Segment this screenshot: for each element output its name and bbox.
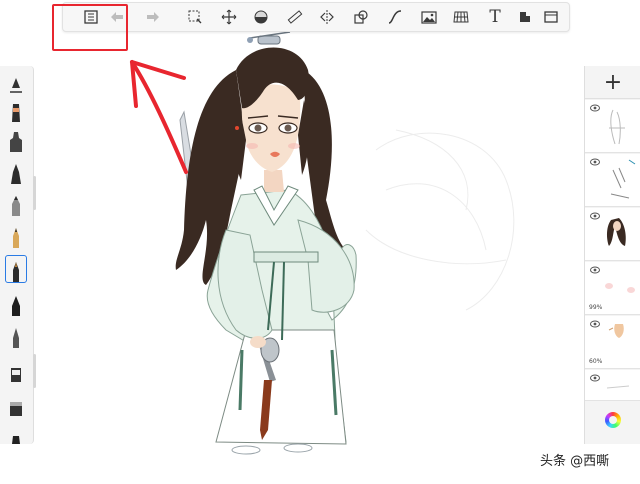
layer-opacity: 60% [589,358,603,365]
brush-settings-icon[interactable] [6,70,26,96]
shapes-icon[interactable] [351,7,371,27]
selection-icon[interactable] [185,7,205,27]
pencil-icon[interactable] [6,190,26,216]
layer-sketch[interactable] [585,100,640,153]
redo-icon[interactable] [143,7,163,27]
layers-panel: + 99% 60% [584,66,640,444]
add-layer-button[interactable]: + [585,66,640,99]
highlight-box [52,4,128,51]
stroke-icon[interactable] [385,7,405,27]
drawing-canvas[interactable] [36,30,582,480]
watermark-text: 头条 @西嘶 [540,454,610,469]
layer-hair[interactable] [585,208,640,261]
blender-icon[interactable] [6,418,26,444]
layer-thumbnail [608,324,624,338]
layer-skin[interactable]: 60% [585,316,640,369]
transform-icon[interactable] [219,7,239,27]
layer-thumbnail [605,283,635,293]
ink-pen-icon[interactable] [5,255,27,283]
airbrush-icon[interactable] [6,96,26,122]
brush-library [0,66,34,444]
layer-thumbnail [607,218,626,246]
layer-thumbnail [609,109,625,145]
layer-lines[interactable] [585,154,640,207]
rail-handle-top[interactable] [33,176,36,210]
import-image-icon[interactable] [419,7,439,27]
eraser-icon[interactable] [6,390,26,416]
layer-opacity: 99% [589,304,603,311]
paint-brush-icon[interactable] [6,356,26,382]
brush-pen-icon[interactable] [6,158,26,184]
perspective-icon[interactable] [451,7,471,27]
layer-thumbnail [610,159,636,199]
text-icon[interactable]: T [485,7,505,27]
fineliner-icon[interactable] [6,322,26,348]
symmetry-icon[interactable] [317,7,337,27]
top-toolbar: T [62,2,570,32]
color-wheel-icon[interactable] [605,412,621,428]
rail-handle-bottom[interactable] [33,354,36,388]
marker-icon[interactable] [6,126,26,152]
flipbook-icon[interactable] [515,7,535,27]
artwork-illustration [175,31,515,455]
layer-blush[interactable]: 99% [585,262,640,315]
ballpoint-icon[interactable] [6,290,26,316]
fill-icon[interactable] [251,7,271,27]
fullscreen-icon[interactable] [541,7,561,27]
ruler-icon[interactable] [285,7,305,27]
layer-thumbnail [606,385,630,389]
layer-base[interactable] [585,370,640,401]
fountain-pen-icon[interactable] [6,222,26,248]
